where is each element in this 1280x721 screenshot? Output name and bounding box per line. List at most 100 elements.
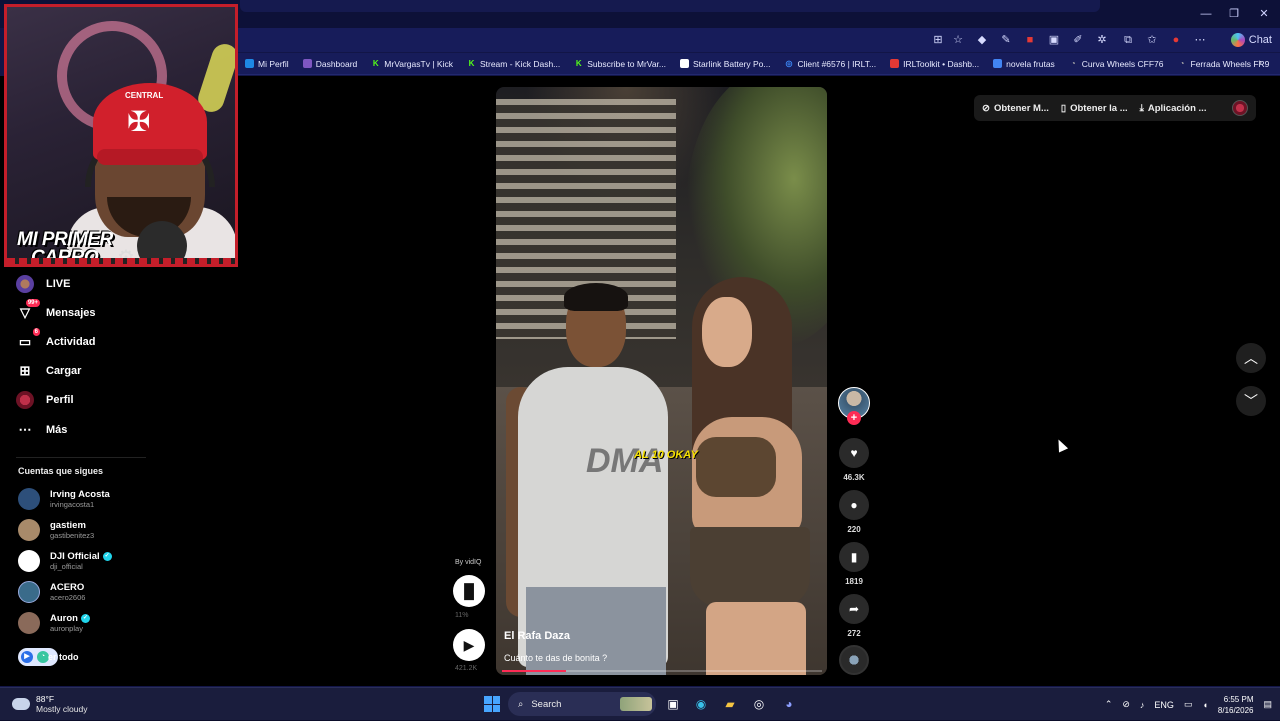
share-icon[interactable]: ➦ [839,594,869,624]
comment-action[interactable]: ● 220 [838,490,870,534]
tray-chevron-up-icon[interactable]: ⌃ [1105,699,1113,710]
kick-favicon: K [372,59,379,68]
browser-toolbar: ⊞ ☆ ◆ ✎ ■ ▣ ✐ ✲ ⧉ ✩ ● ⋯ Chat [238,28,1280,52]
file-explorer-icon[interactable]: ▰ [721,695,739,713]
bookmark-item[interactable]: K MrVargasTv | Kick [364,53,460,74]
bookmarks-overflow-icon[interactable]: › [1258,57,1262,69]
next-video-button[interactable]: ﹀ [1236,386,1266,416]
favorites-icon[interactable]: ✩ [1144,32,1160,48]
nav-upload[interactable]: ⊞ Cargar [16,362,82,380]
task-view-icon[interactable]: ▣ [664,695,682,713]
weather-temp: 88°F [36,694,55,704]
kick-favicon: K [575,59,582,68]
follow-plus-icon[interactable]: + [847,411,861,425]
more-menu-icon[interactable]: ⋯ [1192,32,1208,48]
weather-widget[interactable]: 88°F Mostly cloudy [12,694,88,714]
mouse-cursor-icon [1053,437,1069,453]
bookmark-item[interactable]: ◎ Client #6576 | IRLT... [777,53,883,74]
monitor-icon[interactable]: ▭ [1184,699,1193,710]
windows-start-icon[interactable] [484,696,500,712]
heart-icon[interactable]: ♥ [839,438,869,468]
followed-account[interactable]: Irving Acosta irvingacosta1 [18,488,110,510]
obs-icon[interactable]: ◎ [750,695,768,713]
language-indicator[interactable]: ENG [1154,700,1174,710]
bookmark-item[interactable]: IRLToolkit • Dashb... [883,53,986,74]
bookmark-item[interactable]: Starlink Battery Po... [673,53,777,74]
profile-avatar-icon[interactable]: ● [1168,32,1184,48]
favorite-star-icon[interactable]: ☆ [950,32,966,48]
bookmark-item[interactable]: K Subscribe to MrVar... [567,53,673,74]
upload-icon: ⊞ [19,363,31,378]
bookmark-item[interactable]: ◔ Curva Wheels CFF76 [1062,53,1171,74]
tab-strip[interactable] [240,0,1100,12]
cloud-icon [12,698,30,710]
split-screen-icon[interactable]: ⧉ [1120,32,1136,48]
get-coins-button[interactable]: ⊘ Obtener M... [982,103,1049,114]
volume-icon[interactable]: ◖ [1202,700,1207,710]
video-progress-fill [502,670,566,672]
get-app-button[interactable]: ▯ Obtener la ... [1061,103,1128,114]
red-extension-icon[interactable]: ■ [1022,32,1038,48]
vidiq-label: By vidIQ [455,559,482,566]
minimize-icon[interactable]: — [1196,6,1216,22]
live-avatar-icon [16,275,34,293]
chat-label: Chat [1248,34,1272,46]
nav-activity[interactable]: ▭ 6 Actividad [16,328,96,351]
video-frame-person [690,527,810,607]
nav-more[interactable]: ⋯ Más [16,421,68,439]
video-player[interactable]: DMA AL 10 OKAY El Rafa Daza Cuánto te da… [496,87,827,675]
comment-icon[interactable]: ● [839,490,869,520]
bookmark-item[interactable]: novela frutas [986,53,1062,74]
puzzle-extensions-icon[interactable]: ✲ [1094,32,1110,48]
account-name: DJI Official ✓ [50,551,112,562]
copilot-chat-button[interactable]: Chat [1230,31,1272,49]
extension-icon[interactable]: ◆ [974,32,990,48]
pen-extension-icon[interactable]: ✎ [998,32,1014,48]
taskbar-search[interactable]: ⌕ Search [508,692,656,716]
desktop-app-button[interactable]: ⤓ Aplicación ... [1140,103,1207,114]
vidiq-stats-button[interactable]: ▐▌ [453,575,485,607]
account-handle: gastibenitez3 [50,531,95,540]
user-avatar[interactable] [1232,100,1248,116]
screenshot-extension-icon[interactable]: ▣ [1046,32,1062,48]
close-window-icon[interactable]: ✕ [1254,6,1274,22]
clock[interactable]: 6:55 PM 8/16/2026 [1218,694,1254,716]
followed-account[interactable]: gastiem gastibenitez3 [18,519,94,541]
followed-account[interactable]: ACERO acero2606 [18,581,85,603]
bookmark-item[interactable]: Mi Perfil [238,53,296,74]
share-action[interactable]: ➦ 272 [838,594,870,638]
bookmark-favicon: ◎ [785,59,793,68]
nav-live[interactable]: LIVE [16,275,70,293]
bookmark-item[interactable]: Dashboard [296,53,365,74]
bookmarks-bar: Mi Perfil Dashboard K MrVargasTv | Kick K… [238,53,1280,75]
maximize-icon[interactable]: ❐ [1224,6,1244,22]
video-progress-bar[interactable] [502,670,822,672]
video-frame-person [696,437,776,497]
see-all-link[interactable]: ▶ ◔ er todo [18,648,79,666]
nav-messages[interactable]: ▽ 99+ Mensajes [16,299,96,322]
discord-icon[interactable]: ◕ [780,695,798,713]
like-action[interactable]: ♥ 46.3K [838,438,870,482]
followed-account[interactable]: DJI Official ✓ dji_official [18,550,112,572]
bookmark-item[interactable]: K Stream - Kick Dash... [460,53,567,74]
account-avatar [18,519,40,541]
previous-video-button[interactable]: ︿ [1236,343,1266,373]
play-button[interactable]: ▶ [453,629,485,661]
bookmark-icon[interactable]: ▮ [839,542,869,572]
account-name: Auron ✓ [50,613,90,624]
eyedropper-icon[interactable]: ✐ [1070,32,1086,48]
divider [16,457,146,458]
activity-badge: 6 [32,328,40,336]
followed-account[interactable]: Auron ✓ auronplay [18,612,90,634]
video-author[interactable]: El Rafa Daza [504,630,570,642]
save-action[interactable]: ▮ 1819 [838,542,870,586]
nav-profile[interactable]: Perfil [16,391,74,409]
add-tab-icon[interactable]: ⊞ [930,32,946,48]
edge-icon[interactable]: ◉ [692,695,710,713]
bookmark-favicon [245,59,254,68]
network-off-icon[interactable]: ⊘ [1122,699,1130,710]
sound-disc-icon[interactable] [839,645,869,675]
microphone-icon[interactable]: ♪ [1140,700,1145,710]
notifications-icon[interactable]: ▤ [1263,699,1272,710]
system-tray: ⌃ ⊘ ♪ ENG ▭ ◖ 6:55 PM 8/16/2026 ▤ [1105,688,1272,721]
